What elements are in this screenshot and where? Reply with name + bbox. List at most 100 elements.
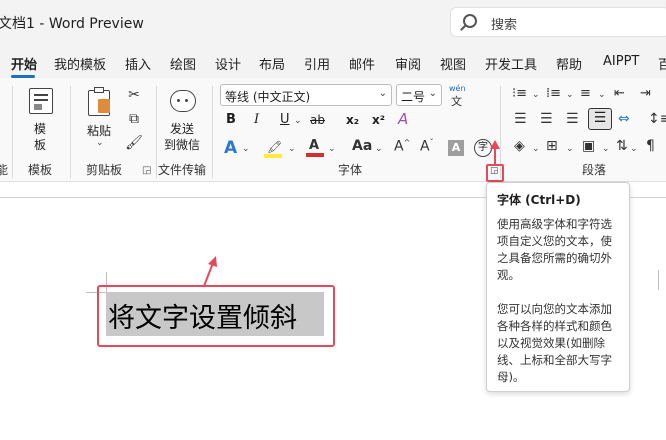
- chevron-down-icon[interactable]: ⌄: [532, 90, 540, 100]
- tab-review[interactable]: 审阅: [395, 54, 421, 73]
- tab-layout[interactable]: 布局: [259, 54, 285, 73]
- tab-help[interactable]: 帮助: [556, 54, 582, 73]
- template-label-1: 模: [34, 122, 47, 136]
- tooltip-body-2: 您可以向您的文本添加各种各样的样式和颜色以及视觉效果(如删除线、上标和全部大写字…: [497, 302, 612, 384]
- sort-icon[interactable]: ⇅: [616, 138, 628, 154]
- font-name-combo[interactable]: 等线 (中文正文) ⌄: [220, 84, 392, 106]
- group-separator: [212, 86, 213, 178]
- chevron-down-icon: ⌄: [378, 88, 387, 99]
- group-separator: [156, 86, 157, 178]
- annotation-arrow-text: [203, 256, 217, 287]
- shading-icon[interactable]: ◈: [514, 138, 525, 154]
- tab-aippt[interactable]: AIPPT: [603, 54, 639, 69]
- chevron-down-icon[interactable]: ⌄: [242, 144, 250, 154]
- clear-formatting-icon[interactable]: A: [398, 110, 408, 128]
- annotation-arrow-launcher: [490, 140, 500, 164]
- group-separator: [70, 86, 71, 178]
- phonetic-top: wén: [449, 84, 466, 93]
- show-marks-icon[interactable]: ¶: [646, 138, 655, 154]
- tab-my-templates[interactable]: 我的模板: [54, 54, 106, 73]
- tab-design[interactable]: 设计: [215, 54, 241, 73]
- highlight-button[interactable]: 🖍: [264, 140, 284, 158]
- tab-references[interactable]: 引用: [304, 54, 330, 73]
- font-dialog-launcher[interactable]: ◲: [486, 164, 504, 182]
- chinese-layout-icon[interactable]: ▣: [582, 138, 595, 154]
- justify-icon[interactable]: ☰: [588, 108, 612, 130]
- chevron-down-icon[interactable]: ⌄: [602, 144, 610, 154]
- margin-mark: [658, 270, 659, 290]
- borders-icon[interactable]: ⊞: [546, 138, 558, 154]
- tab-developer[interactable]: 开发工具: [485, 54, 537, 73]
- phonetic-guide-button[interactable]: wén 文: [448, 84, 466, 108]
- align-left-icon[interactable]: ☰: [514, 111, 527, 127]
- italic-button[interactable]: I: [254, 112, 259, 127]
- text-effects-button[interactable]: A: [224, 138, 237, 158]
- clipboard-launcher-icon[interactable]: ◲: [142, 165, 151, 176]
- chevron-down-icon: ⌄: [428, 88, 437, 99]
- send-to-wechat-button[interactable]: 发送 到微信: [164, 88, 204, 152]
- send-label-1: 发送: [170, 122, 195, 136]
- tooltip-body-1: 使用高级字体和字符选项自定义您的文本，使之具备您所需的确切外观。: [497, 217, 612, 282]
- align-right-icon[interactable]: ☰: [566, 111, 579, 127]
- increase-indent-icon[interactable]: ⇥: [640, 86, 651, 101]
- template-button[interactable]: 模 板: [26, 88, 56, 152]
- tab-mailings[interactable]: 邮件: [349, 54, 375, 73]
- group-label-partial: 能: [0, 163, 9, 177]
- decrease-indent-icon[interactable]: ⇤: [614, 86, 625, 101]
- strikethrough-button[interactable]: ab: [310, 113, 325, 127]
- chevron-down-icon[interactable]: ⌄: [328, 144, 336, 154]
- chevron-down-icon[interactable]: ⌄: [294, 116, 302, 126]
- template-label-2: 板: [34, 138, 47, 152]
- title-bar: 文档1 - Word Preview 搜索: [0, 0, 666, 48]
- shrink-font-button[interactable]: Aˇ: [420, 138, 434, 155]
- group-label-font: 字体: [338, 163, 363, 177]
- tab-view[interactable]: 视图: [440, 54, 466, 73]
- bullets-icon[interactable]: ⁝≡: [512, 86, 527, 101]
- grow-font-button[interactable]: A^: [394, 138, 410, 155]
- chevron-down-icon[interactable]: ⌄: [598, 90, 606, 100]
- chevron-down-icon[interactable]: ⌄: [566, 144, 574, 154]
- paste-button[interactable]: 粘贴 ⌄: [82, 87, 116, 148]
- tooltip-title: 字体 (Ctrl+D): [497, 193, 581, 207]
- multilevel-list-icon[interactable]: ≡: [580, 86, 591, 101]
- align-center-icon[interactable]: ☰: [540, 111, 553, 127]
- search-box[interactable]: 搜索: [450, 7, 666, 37]
- change-case-icon[interactable]: Aa: [352, 138, 372, 154]
- group-separator: [12, 86, 13, 178]
- group-label-template: 模板: [28, 163, 53, 177]
- font-color-glyph: A: [309, 138, 320, 153]
- superscript-button[interactable]: x²: [372, 113, 385, 127]
- underline-button[interactable]: U: [280, 112, 290, 127]
- subscript-button[interactable]: x₂: [346, 113, 359, 127]
- copy-icon[interactable]: ⧉: [125, 111, 143, 127]
- chevron-down-icon[interactable]: ⌄: [566, 90, 574, 100]
- line-spacing-icon[interactable]: ↕≡: [648, 111, 666, 127]
- cut-icon[interactable]: ✂: [125, 87, 143, 103]
- tab-draw[interactable]: 绘图: [170, 54, 196, 73]
- font-size-value: 二号: [401, 90, 426, 104]
- chevron-down-icon[interactable]: ⌄: [630, 144, 638, 154]
- font-color-bar: [306, 153, 324, 157]
- annotation-box-text: [97, 285, 335, 347]
- numbering-icon[interactable]: ⁞≡: [546, 86, 561, 101]
- tab-partial[interactable]: 百: [658, 54, 666, 73]
- paste-label: 粘贴: [87, 124, 112, 138]
- bold-button[interactable]: B: [226, 112, 236, 127]
- font-size-combo[interactable]: 二号 ⌄: [396, 84, 442, 106]
- group-label-file-transfer: 文件传输: [158, 163, 207, 177]
- template-icon: [29, 88, 53, 114]
- chevron-down-icon[interactable]: ⌄: [532, 144, 540, 154]
- tab-home[interactable]: 开始: [11, 54, 37, 73]
- chevron-down-icon[interactable]: ⌄: [375, 144, 383, 154]
- wechat-icon: [170, 90, 196, 112]
- format-painter-icon[interactable]: 🖌: [125, 135, 143, 151]
- font-tooltip: 字体 (Ctrl+D) 使用高级字体和字符选项自定义您的文本，使之具备您所需的确…: [486, 182, 630, 392]
- char-shading-button[interactable]: A: [448, 140, 464, 156]
- search-icon: [463, 14, 477, 28]
- tab-insert[interactable]: 插入: [125, 54, 151, 73]
- font-color-button[interactable]: A: [306, 138, 324, 158]
- group-label-paragraph: 段落: [582, 163, 607, 177]
- distributed-icon[interactable]: ⇔: [618, 111, 630, 127]
- highlight-color-bar: [264, 154, 282, 158]
- chevron-down-icon[interactable]: ⌄: [288, 144, 296, 154]
